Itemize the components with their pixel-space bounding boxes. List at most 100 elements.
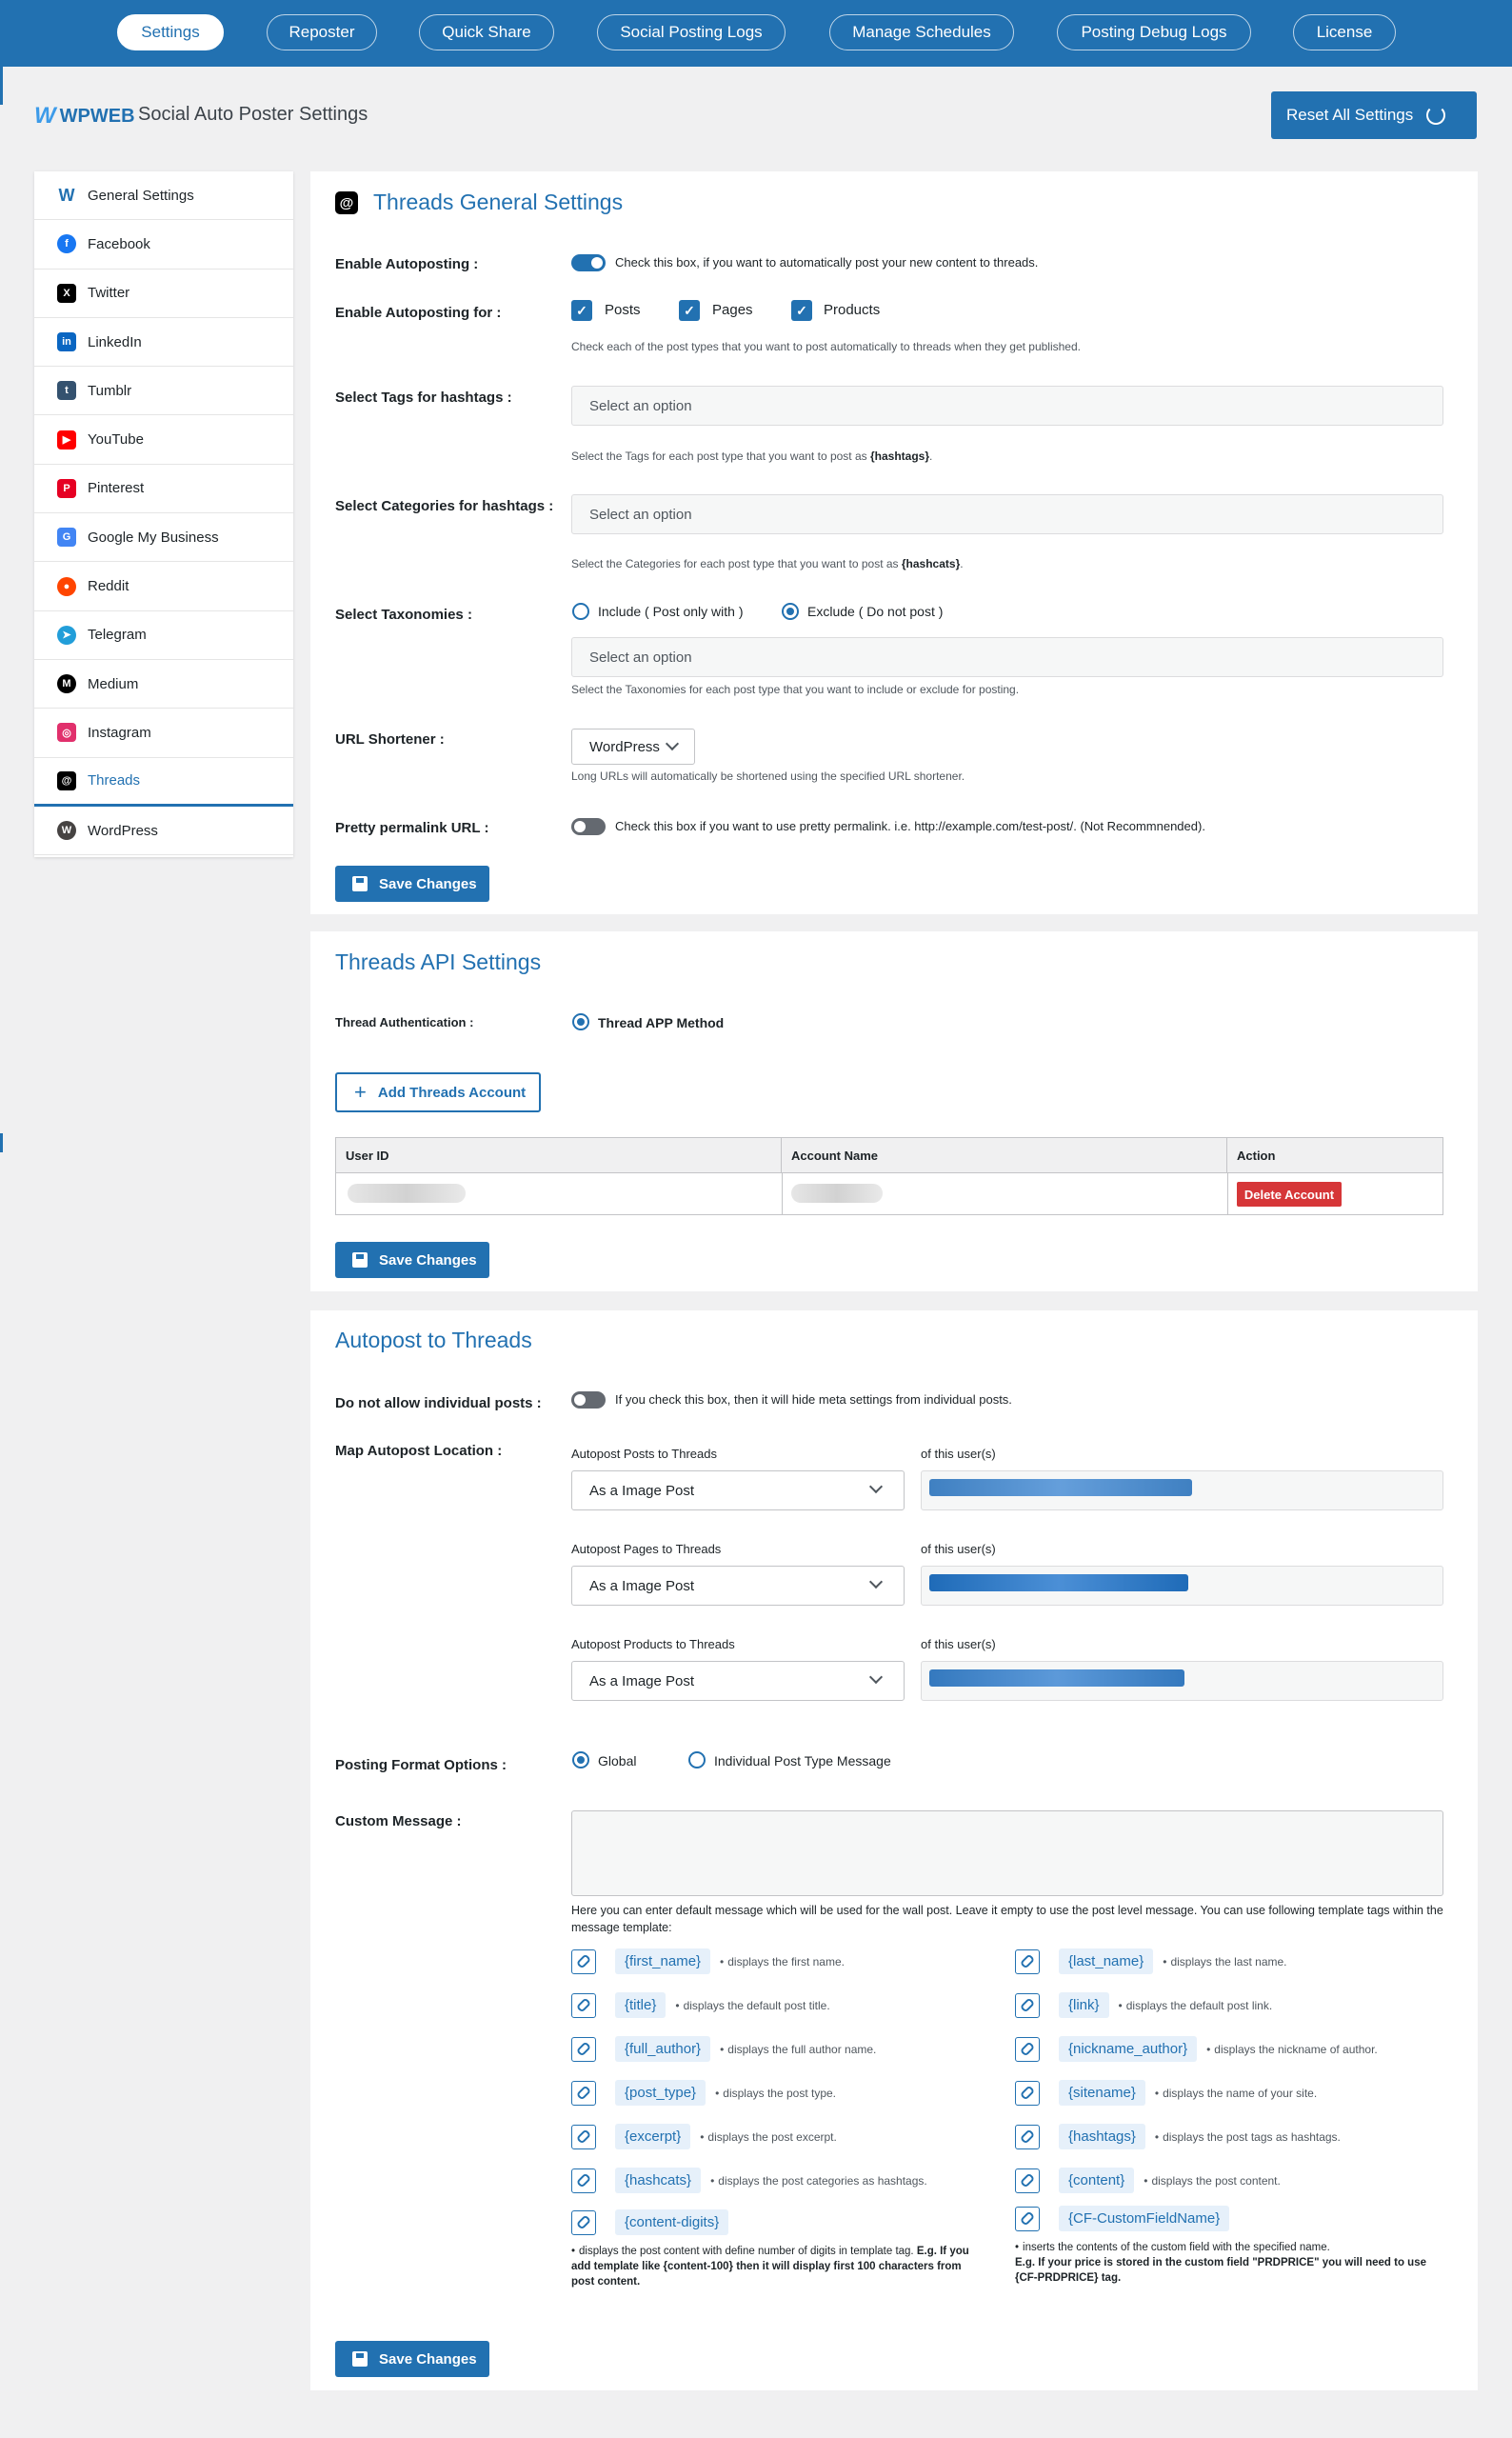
thread-app-method-radio[interactable] — [572, 1013, 589, 1030]
enable-autoposting-toggle[interactable] — [571, 254, 606, 271]
map-products-user-select[interactable] — [921, 1661, 1443, 1701]
sidebar-item-telegram[interactable]: ➤ Telegram — [34, 611, 293, 660]
template-tag-desc: displays the full author name. — [727, 2042, 877, 2056]
sidebar-item-reddit[interactable]: ● Reddit — [34, 562, 293, 611]
template-tag: {link} — [1059, 1992, 1109, 2018]
sidebar-item-google-my-business[interactable]: G Google My Business — [34, 513, 293, 563]
template-tag-desc: displays the post excerpt. — [707, 2129, 837, 2144]
wordpress-icon: W — [57, 821, 76, 840]
sidebar-item-label: Medium — [88, 675, 139, 692]
sidebar-item-facebook[interactable]: f Facebook — [34, 220, 293, 270]
map-posts-user-label: of this user(s) — [921, 1447, 996, 1461]
map-posts-user-select[interactable] — [921, 1470, 1443, 1510]
sidebar-item-threads[interactable]: @ Threads — [34, 758, 293, 807]
link-icon[interactable] — [1015, 1992, 1040, 2018]
tab-reposter[interactable]: Reposter — [267, 14, 377, 50]
link-icon[interactable] — [1015, 2036, 1040, 2062]
sidebar-item-general-settings[interactable]: W General Settings — [34, 171, 293, 221]
format-individual-label: Individual Post Type Message — [714, 1753, 891, 1769]
chevron-down-icon — [868, 1479, 884, 1494]
link-icon[interactable] — [571, 2080, 596, 2106]
link-icon[interactable] — [571, 1948, 596, 1974]
link-icon[interactable] — [1015, 2080, 1040, 2106]
x-icon: X — [57, 283, 76, 303]
tab-social-posting-logs[interactable]: Social Posting Logs — [597, 14, 786, 50]
reset-all-settings-button[interactable]: Reset All Settings — [1271, 91, 1477, 139]
sidebar-item-pinterest[interactable]: P Pinterest — [34, 465, 293, 514]
template-tag-desc: displays the post content. — [1151, 2173, 1281, 2188]
youtube-icon: ▶ — [57, 430, 76, 450]
sidebar-item-medium[interactable]: M Medium — [34, 660, 293, 709]
template-tag-row: {content} • displays the post content. — [1015, 2168, 1281, 2193]
link-icon[interactable] — [571, 1992, 596, 2018]
link-icon[interactable] — [571, 2209, 596, 2235]
custom-message-label: Custom Message : — [335, 1813, 462, 1829]
telegram-icon: ➤ — [57, 625, 76, 645]
taxonomies-select[interactable]: Select an option — [571, 637, 1443, 677]
pages-checkbox-label: Pages — [712, 302, 753, 318]
save-changes-button[interactable]: Save Changes — [335, 2341, 489, 2377]
facebook-icon: f — [57, 234, 76, 254]
categories-label: Select Categories for hashtags : — [335, 498, 554, 514]
sidebar-item-label: General Settings — [88, 187, 194, 204]
map-products-dropdown[interactable]: As a Image Post — [571, 1661, 905, 1701]
link-icon[interactable] — [1015, 1948, 1040, 1974]
map-pages-dropdown[interactable]: As a Image Post — [571, 1566, 905, 1606]
tab-quick-share[interactable]: Quick Share — [419, 14, 554, 50]
template-tag: {CF-CustomFieldName} — [1059, 2206, 1230, 2231]
sidebar-item-tumblr[interactable]: t Tumblr — [34, 367, 293, 416]
template-tag-row: {last_name} • displays the last name. — [1015, 1948, 1287, 1974]
sidebar-item-youtube[interactable]: ▶ YouTube — [34, 415, 293, 465]
posts-checkbox[interactable]: ✓ — [571, 300, 592, 321]
format-global-radio[interactable] — [572, 1751, 589, 1769]
enable-for-desc: Check each of the post types that you wa… — [571, 340, 1081, 353]
link-icon[interactable] — [571, 2036, 596, 2062]
custom-message-textarea[interactable] — [571, 1810, 1443, 1896]
template-tag-row: {post_type} • displays the post type. — [571, 2080, 836, 2106]
posting-format-label: Posting Format Options : — [335, 1757, 507, 1773]
sidebar-item-wordpress[interactable]: W WordPress — [34, 807, 293, 856]
include-radio[interactable] — [572, 603, 589, 620]
tab-manage-schedules[interactable]: Manage Schedules — [829, 14, 1014, 50]
plus-icon: + — [354, 1080, 367, 1104]
categories-select[interactable]: Select an option — [571, 494, 1443, 534]
save-changes-button[interactable]: Save Changes — [335, 1242, 489, 1278]
no-individual-posts-toggle[interactable] — [571, 1391, 606, 1409]
sidebar-item-linkedin[interactable]: in LinkedIn — [34, 318, 293, 368]
link-icon[interactable] — [571, 2124, 596, 2149]
exclude-radio[interactable] — [782, 603, 799, 620]
tab-settings[interactable]: Settings — [117, 14, 224, 50]
tab-posting-debug-logs[interactable]: Posting Debug Logs — [1057, 14, 1251, 50]
link-icon[interactable] — [571, 2168, 596, 2193]
top-nav: Settings Reposter Quick Share Social Pos… — [0, 0, 1512, 67]
tags-select[interactable]: Select an option — [571, 386, 1443, 426]
delete-account-button[interactable]: Delete Account — [1237, 1182, 1342, 1207]
edge-marker — [0, 1133, 3, 1152]
medium-icon: M — [57, 674, 76, 694]
link-icon[interactable] — [1015, 2168, 1040, 2193]
products-checkbox[interactable]: ✓ — [791, 300, 812, 321]
save-changes-button[interactable]: Save Changes — [335, 866, 489, 902]
include-radio-label: Include ( Post only with ) — [598, 604, 744, 619]
url-shortener-desc: Long URLs will automatically be shortene… — [571, 769, 965, 783]
reddit-icon: ● — [57, 576, 76, 596]
map-posts-dropdown[interactable]: As a Image Post — [571, 1470, 905, 1510]
sidebar-item-twitter[interactable]: X Twitter — [34, 270, 293, 318]
template-tag: {full_author} — [615, 2036, 711, 2062]
map-pages-user-select[interactable] — [921, 1566, 1443, 1606]
sidebar-item-instagram[interactable]: ◎ Instagram — [34, 709, 293, 758]
format-individual-radio[interactable] — [688, 1751, 706, 1769]
url-shortener-dropdown[interactable]: WordPress — [571, 729, 695, 765]
link-icon[interactable] — [1015, 2206, 1040, 2231]
pages-checkbox[interactable]: ✓ — [679, 300, 700, 321]
add-threads-account-button[interactable]: + Add Threads Account — [335, 1072, 541, 1112]
link-icon[interactable] — [1015, 2124, 1040, 2149]
pretty-permalink-toggle[interactable] — [571, 818, 606, 835]
map-autopost-label: Map Autopost Location : — [335, 1443, 503, 1459]
panel-title: Threads General Settings — [373, 190, 624, 214]
tab-license[interactable]: License — [1293, 14, 1396, 50]
content-digits-desc: • displays the post content with define n… — [571, 2246, 969, 2288]
template-tag-row: {nickname_author} • displays the nickname … — [1015, 2036, 1378, 2062]
autopost-panel: Autopost to Threads Do not allow individ… — [310, 1310, 1478, 2390]
sidebar: W General Settings f Facebook X Twitter in Link… — [34, 171, 293, 857]
